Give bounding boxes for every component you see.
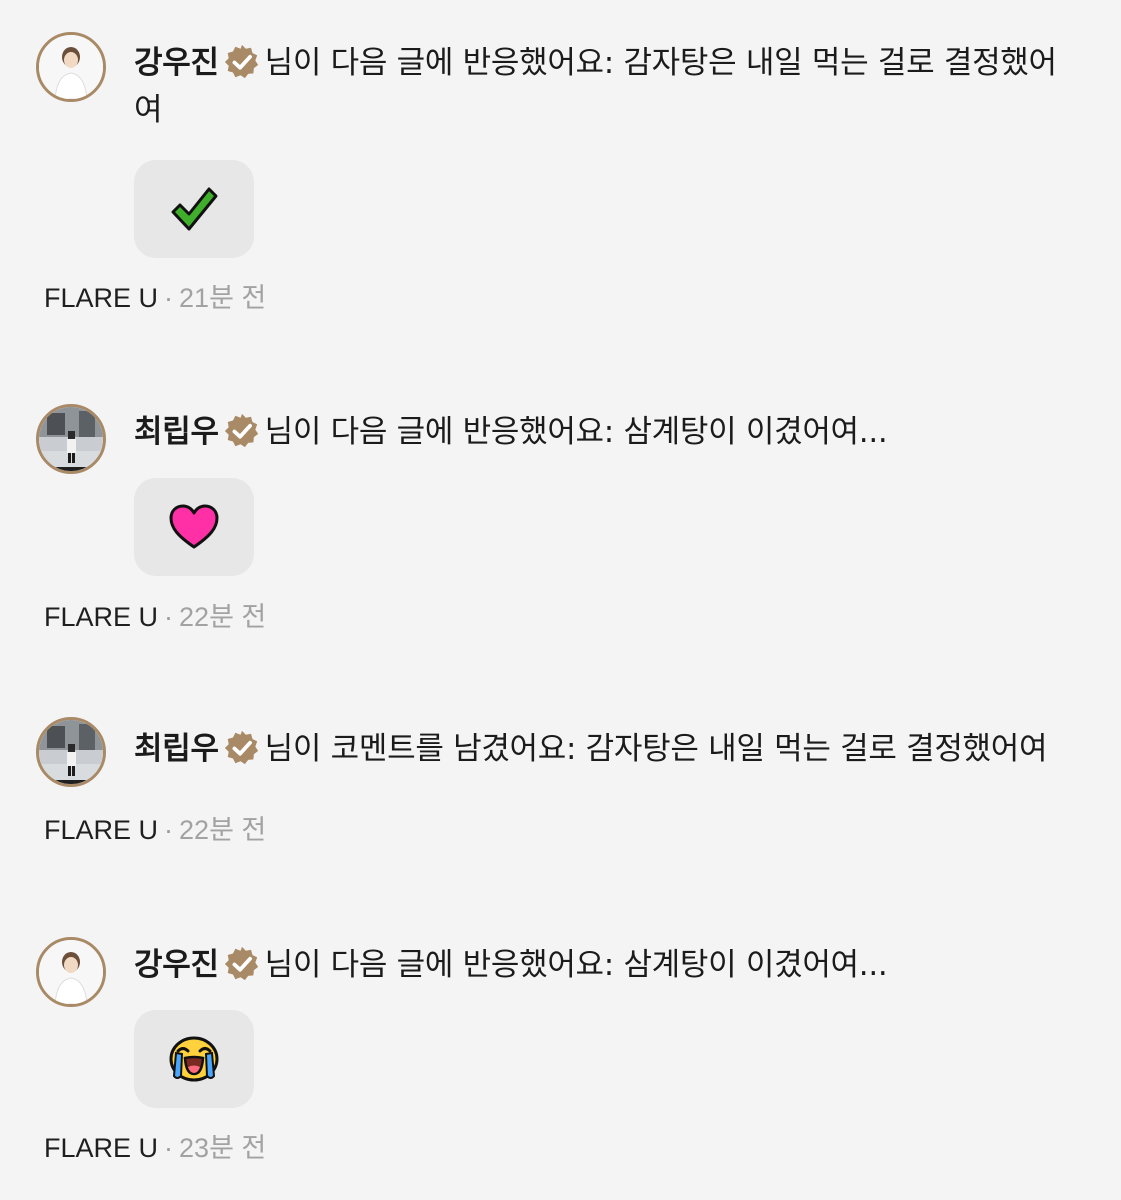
notification-message: 님이 다음 글에 반응했어요: 감자탕은 내일 먹는 걸로 결정했어여 [134, 45, 1057, 128]
crying-face-icon [169, 1036, 219, 1082]
source-name: FLARE U [44, 1133, 159, 1163]
check-mark-icon [171, 187, 218, 231]
meta-separator: · [164, 602, 174, 632]
reaction-box [134, 160, 254, 258]
source-name: FLARE U [44, 602, 159, 632]
avatar-image [39, 940, 103, 1004]
meta-separator: · [164, 815, 174, 845]
avatar[interactable] [36, 717, 106, 787]
notification-message: 님이 다음 글에 반응했어요: 삼계탕이 이겼어여... [264, 414, 888, 450]
timestamp: 22분 전 [179, 815, 267, 845]
username[interactable]: 강우진 [134, 947, 219, 983]
notification-message: 님이 코멘트를 남겼어요: 감자탕은 내일 먹는 걸로 결정했어여 [264, 731, 1048, 767]
notification-text: 강우진 님이 다음 글에 반응했어요: 감자탕은 내일 먹는 걸로 결정했어여 [134, 40, 1081, 134]
avatar[interactable] [36, 937, 106, 1007]
notification-meta: FLARE U · 22분 전 [44, 813, 266, 847]
notification-meta: FLARE U · 23분 전 [44, 1131, 266, 1165]
reaction-box [134, 1010, 254, 1108]
avatar-image [39, 35, 103, 99]
avatar[interactable] [36, 32, 106, 102]
verified-badge-icon [224, 946, 258, 981]
timestamp: 21분 전 [179, 283, 267, 313]
username[interactable]: 최립우 [134, 414, 219, 450]
username[interactable]: 최립우 [134, 731, 219, 767]
source-name: FLARE U [44, 283, 159, 313]
notification-text: 강우진 님이 다음 글에 반응했어요: 삼계탕이 이겼어여... [134, 942, 1081, 989]
notification-text: 최립우 님이 다음 글에 반응했어요: 삼계탕이 이겼어여... [134, 409, 1081, 456]
meta-separator: · [164, 1133, 174, 1163]
verified-badge-icon [224, 413, 258, 448]
heart-icon [169, 504, 219, 549]
reaction-box [134, 478, 254, 576]
username[interactable]: 강우진 [134, 45, 219, 81]
meta-separator: · [164, 283, 174, 313]
avatar-image [39, 720, 103, 784]
timestamp: 22분 전 [179, 602, 267, 632]
timestamp: 23분 전 [179, 1133, 267, 1163]
notification-text: 최립우 님이 코멘트를 남겼어요: 감자탕은 내일 먹는 걸로 결정했어여 [134, 726, 1081, 773]
verified-badge-icon [224, 730, 258, 765]
source-name: FLARE U [44, 815, 159, 845]
notification-meta: FLARE U · 21분 전 [44, 281, 266, 315]
avatar-image [39, 407, 103, 471]
notification-meta: FLARE U · 22분 전 [44, 600, 266, 634]
avatar[interactable] [36, 404, 106, 474]
notification-message: 님이 다음 글에 반응했어요: 삼계탕이 이겼어여... [264, 947, 888, 983]
verified-badge-icon [224, 44, 258, 79]
